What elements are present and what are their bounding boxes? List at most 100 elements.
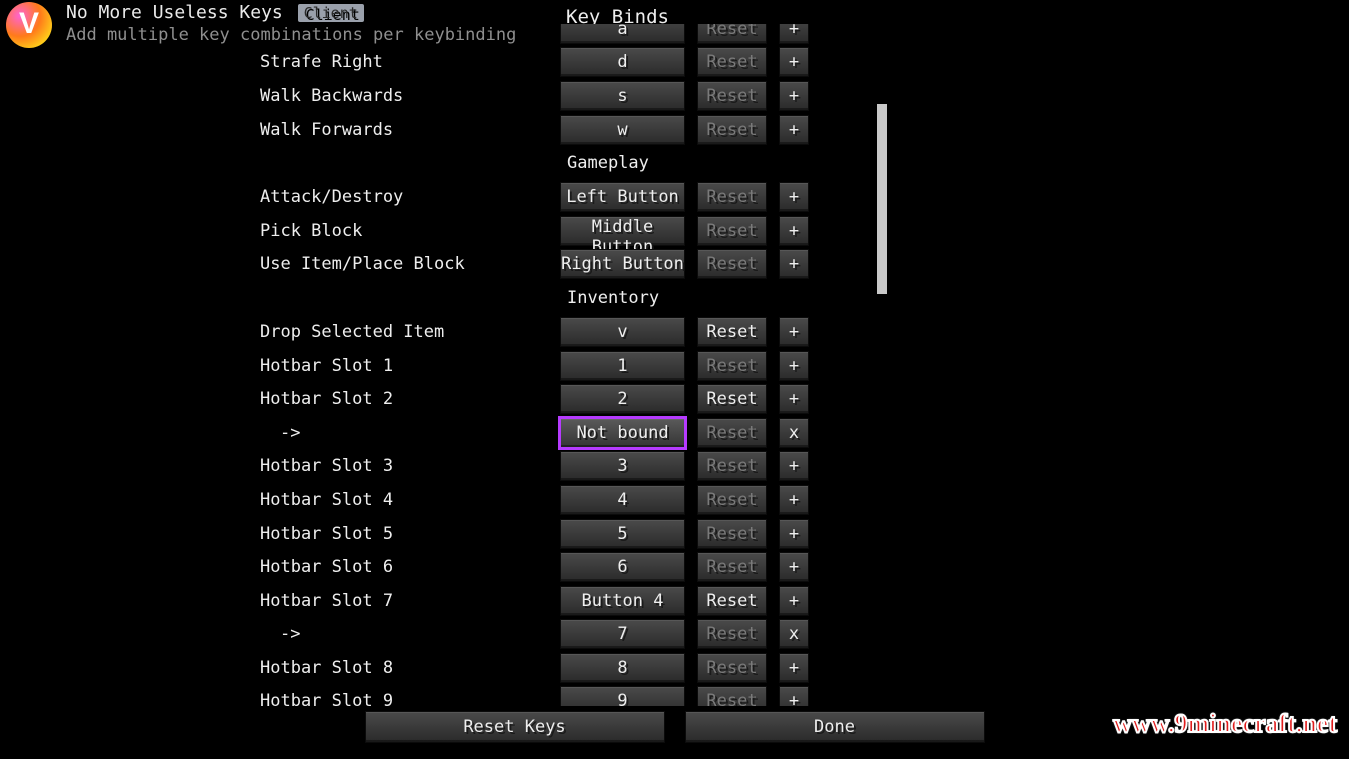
keybind-add-button[interactable]: + <box>779 519 809 549</box>
keybind-key-button[interactable]: v <box>560 317 685 347</box>
keybind-key-button[interactable]: Button 4 <box>560 586 685 616</box>
keybind-label: Hotbar Slot 2 <box>260 389 560 409</box>
keybind-row: Hotbar Slot 7Button 4 Reset + <box>260 584 840 618</box>
keybind-label: Hotbar Slot 8 <box>260 658 560 678</box>
keybind-key-button[interactable]: 5 <box>560 519 685 549</box>
section-header: Inventory <box>260 281 840 315</box>
keybind-label: Pick Block <box>260 221 560 241</box>
keybind-label: Hotbar Slot 9 <box>260 691 560 706</box>
keybind-row: Walk ForwardswReset+ <box>260 113 840 147</box>
keybind-key-button[interactable]: Left Button <box>560 182 685 212</box>
keybind-reset-button[interactable]: Reset <box>697 586 767 616</box>
done-button[interactable]: Done <box>685 711 985 743</box>
keybind-row: ->Not bound Resetx <box>260 416 840 450</box>
mod-side-badge: Client <box>298 4 364 22</box>
keybind-key-button[interactable]: 4 <box>560 485 685 515</box>
keybind-row: a Reset + <box>260 24 840 46</box>
watermark: www.9minecraft.net <box>1113 709 1337 739</box>
keybind-label: -> <box>260 624 560 644</box>
keybind-label: Hotbar Slot 7 <box>260 591 560 611</box>
keybind-row: Drop Selected Itemv Reset + <box>260 315 840 349</box>
keybind-reset-button[interactable]: Reset <box>697 182 767 212</box>
keybind-reset-button[interactable]: Reset <box>697 451 767 481</box>
keybind-add-button[interactable]: + <box>779 384 809 414</box>
keybind-key-button[interactable]: 9 <box>560 686 685 706</box>
keybind-reset-button[interactable]: Reset <box>697 24 767 44</box>
keybind-label: -> <box>260 423 560 443</box>
keybind-reset-button[interactable]: Reset <box>697 216 767 246</box>
keybind-row: Hotbar Slot 55 Reset + <box>260 517 840 551</box>
keybind-add-button[interactable]: + <box>779 81 809 111</box>
mod-title: No More Useless Keys Client <box>66 2 516 23</box>
keybind-label: Hotbar Slot 6 <box>260 557 560 577</box>
keybind-row: Hotbar Slot 11 Reset + <box>260 349 840 383</box>
keybind-add-button[interactable]: + <box>779 317 809 347</box>
keybind-label: Drop Selected Item <box>260 322 560 342</box>
keybind-label: Hotbar Slot 5 <box>260 524 560 544</box>
keybind-remove-button[interactable]: x <box>779 619 809 649</box>
keybind-reset-button[interactable]: Reset <box>697 384 767 414</box>
keybind-key-button[interactable]: s <box>560 81 685 111</box>
keybind-key-button[interactable]: Not bound <box>560 418 685 448</box>
keybind-row: Walk Backwardss Reset + <box>260 79 840 113</box>
keybind-key-button[interactable]: 1 <box>560 351 685 381</box>
keybind-key-button[interactable]: Middle Button <box>560 216 685 246</box>
keybind-reset-button[interactable]: Reset <box>697 418 767 448</box>
keybind-reset-button[interactable]: Reset <box>697 47 767 77</box>
keybind-label: Hotbar Slot 3 <box>260 456 560 476</box>
keybind-row: Hotbar Slot 44 Reset + <box>260 483 840 517</box>
keybind-label: Use Item/Place Block <box>260 254 560 274</box>
keybind-reset-button[interactable]: Reset <box>697 519 767 549</box>
keybind-add-button[interactable]: + <box>779 216 809 246</box>
keybind-row: ->7 Resetx <box>260 618 840 652</box>
keybind-reset-button[interactable]: Reset <box>697 115 767 145</box>
keybind-reset-button[interactable]: Reset <box>697 249 767 279</box>
keybind-reset-button[interactable]: Reset <box>697 552 767 582</box>
keybind-row: Hotbar Slot 99 Reset + <box>260 685 840 706</box>
keybind-add-button[interactable]: + <box>779 182 809 212</box>
keybind-add-button[interactable]: + <box>779 485 809 515</box>
keybind-add-button[interactable]: + <box>779 686 809 706</box>
keybind-add-button[interactable]: + <box>779 351 809 381</box>
keybind-label: Hotbar Slot 4 <box>260 490 560 510</box>
keybind-reset-button[interactable]: Reset <box>697 686 767 706</box>
keybind-remove-button[interactable]: x <box>779 418 809 448</box>
keybind-row: Use Item/Place BlockRight Button Reset + <box>260 248 840 282</box>
keybind-add-button[interactable]: + <box>779 586 809 616</box>
keybind-key-button[interactable]: a <box>560 24 685 44</box>
keybind-key-button[interactable]: w <box>560 115 685 145</box>
keybind-row: Pick BlockMiddle Button Reset + <box>260 214 840 248</box>
keybind-key-button[interactable]: d <box>560 47 685 77</box>
keybind-reset-button[interactable]: Reset <box>697 485 767 515</box>
keybind-label: Walk Backwards <box>260 86 560 106</box>
mod-title-text: No More Useless Keys <box>66 2 283 23</box>
keybind-label: Hotbar Slot 1 <box>260 356 560 376</box>
keybind-add-button[interactable]: + <box>779 115 809 145</box>
keybind-reset-button[interactable]: Reset <box>697 351 767 381</box>
keybind-row: Hotbar Slot 33 Reset + <box>260 450 840 484</box>
keybind-add-button[interactable]: + <box>779 249 809 279</box>
keybind-key-button[interactable]: 3 <box>560 451 685 481</box>
keybind-label: Strafe Right <box>260 52 560 72</box>
keybind-key-button[interactable]: 2 <box>560 384 685 414</box>
keybind-key-button[interactable]: 7 <box>560 619 685 649</box>
keybind-reset-button[interactable]: Reset <box>697 619 767 649</box>
scrollbar-thumb[interactable] <box>877 104 887 294</box>
keybind-reset-button[interactable]: Reset <box>697 81 767 111</box>
keybind-add-button[interactable]: + <box>779 47 809 77</box>
keybind-add-button[interactable]: + <box>779 24 809 44</box>
keybind-add-button[interactable]: + <box>779 552 809 582</box>
keybind-list-viewport: aReset+Strafe RightdReset+Walk Backwards… <box>0 24 1349 706</box>
keybind-add-button[interactable]: + <box>779 653 809 683</box>
keybind-reset-button[interactable]: Reset <box>697 317 767 347</box>
keybind-add-button[interactable]: + <box>779 451 809 481</box>
keybind-key-button[interactable]: Right Button <box>560 249 685 279</box>
keybind-key-button[interactable]: 6 <box>560 552 685 582</box>
keybind-row: Strafe Rightd Reset + <box>260 46 840 80</box>
keybind-reset-button[interactable]: Reset <box>697 653 767 683</box>
keybind-row: Hotbar Slot 22 Reset + <box>260 382 840 416</box>
keybind-row: Hotbar Slot 88 Reset + <box>260 651 840 685</box>
keybind-key-button[interactable]: 8 <box>560 653 685 683</box>
reset-keys-button[interactable]: Reset Keys <box>365 711 665 743</box>
section-header: Gameplay <box>260 146 840 180</box>
